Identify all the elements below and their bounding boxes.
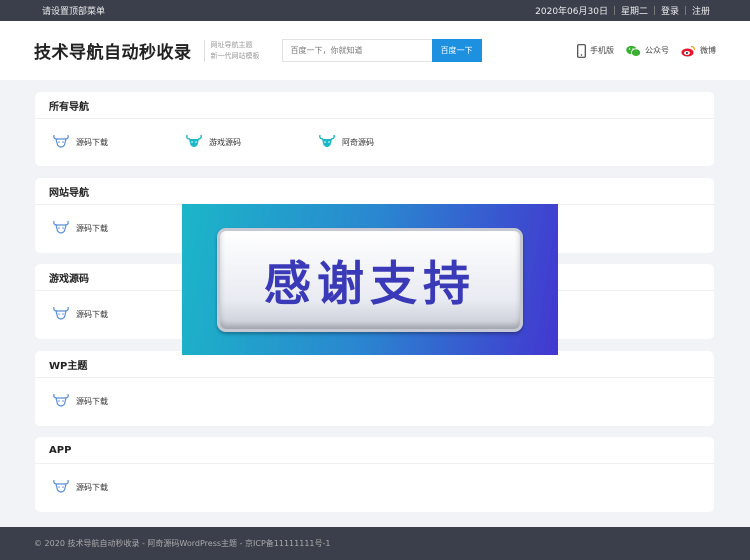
nav-item[interactable]: 源码下载 (52, 134, 185, 150)
mobile-label: 手机版 (590, 46, 614, 55)
bull-outline-icon (52, 479, 70, 495)
search-input[interactable] (281, 39, 432, 62)
site-tagline: 网址导航主题 新一代网站模板 (203, 39, 260, 62)
section-items: 源码下载 游戏源码 阿奇源码 (35, 119, 714, 165)
section-title: APP (35, 437, 714, 464)
site-footer: © 2020 技术导航自动秒收录 - 阿奇源码WordPress主题 - 京IC… (0, 527, 750, 560)
nav-item-label: 源码下载 (76, 137, 108, 147)
login-link[interactable]: 登录 (655, 4, 685, 17)
phone-icon (577, 43, 586, 58)
bull-solid-icon (185, 134, 203, 150)
nav-item[interactable]: 源码下载 (52, 306, 185, 322)
nav-item[interactable]: 游戏源码 (185, 134, 318, 150)
weibo-icon (681, 45, 696, 57)
nav-item[interactable]: 源码下载 (52, 479, 185, 495)
tagline-line-2: 新一代网站模板 (210, 51, 260, 60)
top-bar-right: 2020年06月30日 星期二 登录 注册 (529, 4, 716, 17)
date-text: 2020年06月30日 (535, 7, 608, 17)
banner-card: 感谢支持 (217, 227, 523, 332)
search-button[interactable]: 百度一下 (431, 39, 482, 62)
wechat-link[interactable]: 公众号 (626, 45, 669, 57)
top-menu-placeholder[interactable]: 请设置顶部菜单 (42, 4, 529, 17)
section-title: 网站导航 (35, 178, 714, 205)
nav-item-label: 游戏源码 (209, 137, 241, 147)
wechat-label: 公众号 (645, 46, 669, 55)
bull-outline-icon (52, 306, 70, 322)
wechat-icon (626, 45, 641, 57)
weibo-label: 微博 (700, 46, 716, 55)
section-items: 源码下载 (35, 378, 714, 424)
tagline-line-1: 网址导航主题 (210, 40, 253, 49)
weekday-text: 星期二 (620, 7, 648, 17)
nav-item-label: 源码下载 (76, 309, 108, 319)
site-header: 技术导航自动秒收录 网址导航主题 新一代网站模板 百度一下 手机版 公众号 微博 (0, 21, 750, 80)
search-bar: 百度一下 (281, 39, 482, 62)
site-logo[interactable]: 技术导航自动秒收录 (34, 38, 192, 63)
mobile-link[interactable]: 手机版 (577, 43, 614, 58)
nav-item[interactable]: 阿奇源码 (318, 134, 451, 150)
nav-item-label: 源码下载 (76, 482, 108, 492)
section-title: WP主题 (35, 351, 714, 378)
nav-item-label: 源码下载 (76, 223, 108, 233)
header-links: 手机版 公众号 微博 (565, 43, 716, 58)
section-items: 源码下载 (35, 464, 714, 510)
section-title: 所有导航 (35, 92, 714, 119)
nav-item-label: 阿奇源码 (342, 137, 374, 147)
top-bar: 请设置顶部菜单 2020年06月30日 星期二 登录 注册 (0, 0, 750, 21)
bull-outline-icon (52, 134, 70, 150)
section-app: APP 源码下载 (35, 437, 714, 512)
footer-text: © 2020 技术导航自动秒收录 - 阿奇源码WordPress主题 - 京IC… (34, 539, 331, 548)
thanks-banner: 感谢支持 (182, 204, 558, 355)
nav-item-label: 源码下载 (76, 396, 108, 406)
section-all-nav: 所有导航 源码下载 游戏源码 阿奇源码 (35, 92, 714, 166)
register-link[interactable]: 注册 (686, 4, 716, 17)
bull-outline-icon (52, 393, 70, 409)
section-wp-theme: WP主题 源码下载 (35, 351, 714, 426)
banner-text: 感谢支持 (264, 257, 476, 312)
bull-outline-icon (52, 220, 70, 236)
nav-item[interactable]: 源码下载 (52, 393, 185, 409)
nav-item[interactable]: 源码下载 (52, 220, 185, 236)
weibo-link[interactable]: 微博 (681, 45, 716, 57)
bull-solid-icon (318, 134, 336, 150)
